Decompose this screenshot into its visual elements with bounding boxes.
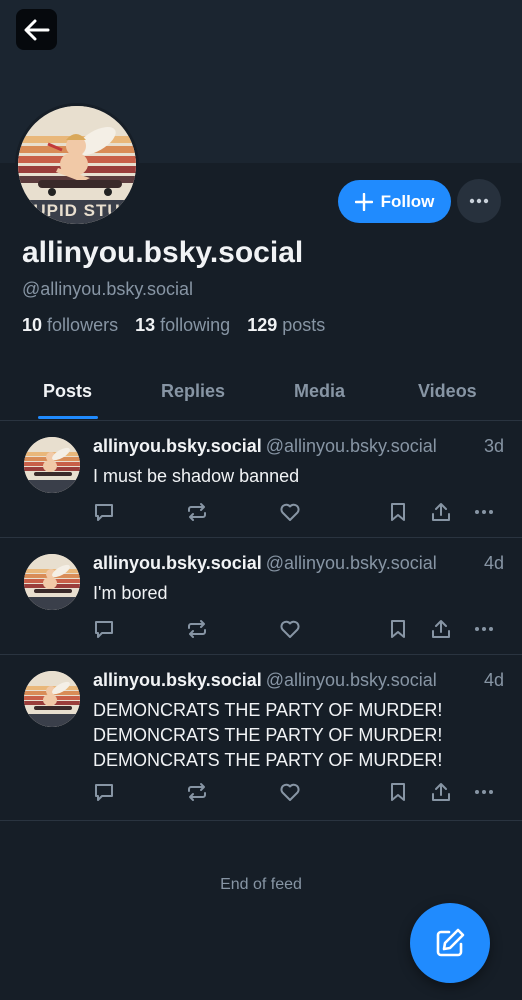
post-author-handle: @allinyou.bsky.social: [265, 670, 437, 690]
reply-button[interactable]: [92, 780, 116, 804]
post-text: I must be shadow banned: [93, 464, 503, 489]
share-icon: [430, 618, 452, 640]
heart-icon: [279, 781, 301, 803]
reply-icon: [93, 501, 115, 523]
post-text-line: I must be shadow banned: [93, 466, 300, 486]
avatar-text: UPID STU: [33, 201, 121, 220]
tab-media[interactable]: Media: [294, 381, 345, 402]
tab-replies[interactable]: Replies: [161, 381, 225, 402]
post-meta: allinyou.bsky.social @allinyou.bsky.socia…: [93, 553, 504, 574]
post-author-name[interactable]: allinyou.bsky.social: [93, 436, 262, 456]
heart-icon: [279, 618, 301, 640]
posts-count: 129: [247, 315, 278, 335]
share-button[interactable]: [429, 617, 453, 641]
bookmark-icon: [387, 618, 409, 640]
following-label: following: [160, 315, 231, 335]
post-author-handle: @allinyou.bsky.social: [265, 553, 437, 573]
post-avatar[interactable]: [24, 671, 80, 727]
post-more-button[interactable]: [472, 617, 496, 641]
tab-posts[interactable]: Posts: [43, 381, 92, 402]
reply-icon: [93, 781, 115, 803]
bookmark-icon: [387, 501, 409, 523]
repost-icon: [186, 618, 208, 640]
post-text-line: DEMONCRATS THE PARTY OF MURDER!: [93, 750, 443, 770]
post-text-line: DEMONCRATS THE PARTY OF MURDER!: [93, 700, 443, 720]
like-button[interactable]: [278, 500, 302, 524]
like-button[interactable]: [278, 780, 302, 804]
following-stat[interactable]: 13 following: [135, 315, 230, 335]
repost-button[interactable]: [185, 780, 209, 804]
posts-label: posts: [282, 315, 326, 335]
post-more-button[interactable]: [472, 500, 496, 524]
post-actions: [0, 617, 522, 641]
post-timestamp[interactable]: 3d: [484, 436, 504, 457]
followers-count: 10: [22, 315, 43, 335]
share-button[interactable]: [429, 500, 453, 524]
post-meta: allinyou.bsky.social @allinyou.bsky.socia…: [93, 436, 504, 457]
post-author-name[interactable]: allinyou.bsky.social: [93, 553, 262, 573]
bookmark-icon: [387, 781, 409, 803]
repost-button[interactable]: [185, 617, 209, 641]
repost-icon: [186, 501, 208, 523]
follow-label: Follow: [380, 191, 435, 211]
compose-icon: [436, 928, 465, 957]
bookmark-button[interactable]: [386, 617, 410, 641]
bookmark-button[interactable]: [386, 500, 410, 524]
following-count: 13: [135, 315, 156, 335]
post-actions: [0, 780, 522, 804]
repost-icon: [186, 781, 208, 803]
post-item[interactable]: allinyou.bsky.social @allinyou.bsky.socia…: [0, 655, 522, 821]
ellipsis-icon: [469, 198, 489, 204]
profile-more-button[interactable]: [457, 179, 501, 223]
active-tab-indicator: [38, 416, 98, 419]
post-text: I'm bored: [93, 581, 503, 606]
post-text-line: I'm bored: [93, 583, 168, 603]
repost-button[interactable]: [185, 500, 209, 524]
heart-icon: [279, 501, 301, 523]
profile-handle: @allinyou.bsky.social: [22, 279, 194, 299]
profile-stats: 10 followers 13 following 129 posts: [22, 315, 337, 336]
like-button[interactable]: [278, 617, 302, 641]
ellipsis-icon: [473, 781, 495, 803]
post-meta: allinyou.bsky.social @allinyou.bsky.socia…: [93, 670, 504, 691]
post-more-button[interactable]: [472, 780, 496, 804]
post-item[interactable]: allinyou.bsky.social @allinyou.bsky.socia…: [0, 538, 522, 655]
bookmark-button[interactable]: [386, 780, 410, 804]
reply-button[interactable]: [92, 617, 116, 641]
post-author-name[interactable]: allinyou.bsky.social: [93, 670, 262, 690]
profile-display-name: allinyou.bsky.social: [22, 236, 304, 269]
post-avatar[interactable]: [24, 437, 80, 493]
share-icon: [430, 501, 452, 523]
ellipsis-icon: [473, 501, 495, 523]
post-author-handle: @allinyou.bsky.social: [265, 436, 437, 456]
post-text-line: DEMONCRATS THE PARTY OF MURDER!: [93, 725, 443, 745]
share-icon: [430, 781, 452, 803]
followers-label: followers: [47, 315, 119, 335]
reply-icon: [93, 618, 115, 640]
end-of-feed-label: End of feed: [220, 876, 302, 893]
arrow-left-icon: [24, 19, 49, 40]
posts-stat: 129 posts: [247, 315, 325, 335]
back-button[interactable]: [16, 9, 57, 50]
ellipsis-icon: [473, 618, 495, 640]
followers-stat[interactable]: 10 followers: [22, 315, 118, 335]
post-timestamp[interactable]: 4d: [484, 553, 504, 574]
reply-button[interactable]: [92, 500, 116, 524]
profile-tabs: Posts Replies Media Videos: [0, 360, 522, 421]
post-text: DEMONCRATS THE PARTY OF MURDER! DEMONCRAT…: [93, 698, 503, 773]
profile-avatar[interactable]: UPID STU: [15, 103, 139, 227]
compose-button[interactable]: [410, 903, 490, 983]
post-timestamp[interactable]: 4d: [484, 670, 504, 691]
post-avatar[interactable]: [24, 554, 80, 610]
follow-button[interactable]: Follow: [338, 180, 451, 223]
post-item[interactable]: allinyou.bsky.social @allinyou.bsky.socia…: [0, 421, 522, 538]
plus-icon: [354, 192, 373, 211]
post-actions: [0, 500, 522, 524]
share-button[interactable]: [429, 780, 453, 804]
tab-videos[interactable]: Videos: [418, 381, 477, 402]
